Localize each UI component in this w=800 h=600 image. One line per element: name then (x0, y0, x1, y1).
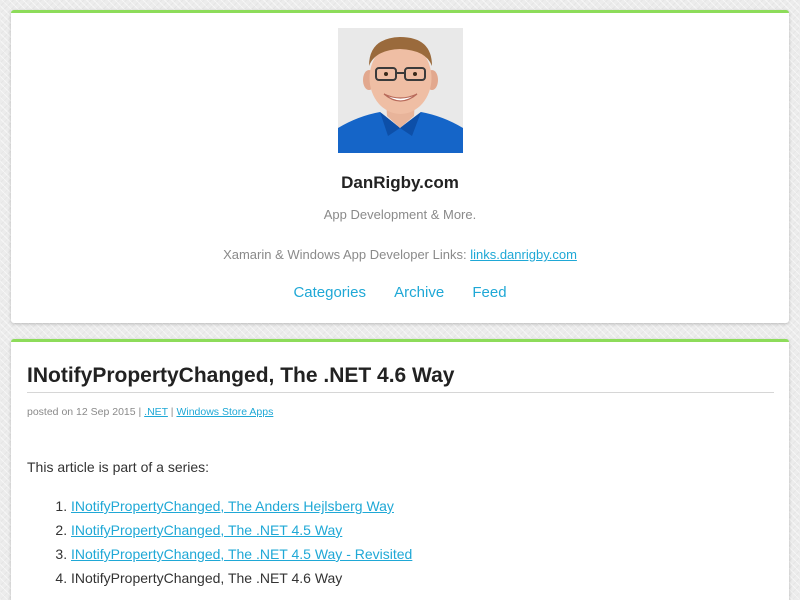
site-tagline: App Development & More. (323, 207, 477, 222)
category-link-dotnet[interactable]: .NET (144, 406, 168, 418)
series-link-1[interactable]: INotifyPropertyChanged, The Anders Hejls… (71, 498, 394, 514)
post-card: INotifyPropertyChanged, The .NET 4.6 Way… (11, 339, 789, 600)
post-title: INotifyPropertyChanged, The .NET 4.6 Way (27, 364, 455, 387)
post-meta: posted on 12 Sep 2015 | .NET | Windows S… (27, 406, 273, 418)
header-card: DanRigby.com App Development & More. Xam… (11, 10, 789, 323)
site-title: DanRigby.com (341, 173, 459, 192)
series-list: INotifyPropertyChanged, The Anders Hejls… (27, 494, 412, 590)
main-nav: Categories Archive Feed (11, 284, 789, 301)
series-intro: This article is part of a series: (27, 459, 210, 475)
nav-feed[interactable]: Feed (472, 284, 506, 301)
nav-archive[interactable]: Archive (394, 284, 444, 301)
title-divider (27, 392, 774, 393)
category-link-windows-store-apps[interactable]: Windows Store Apps (176, 406, 273, 418)
nav-categories[interactable]: Categories (293, 284, 366, 301)
series-item: INotifyPropertyChanged, The .NET 4.6 Way (71, 566, 412, 590)
series-current-item: INotifyPropertyChanged, The .NET 4.6 Way (71, 570, 343, 586)
series-item: INotifyPropertyChanged, The Anders Hejls… (71, 494, 412, 518)
series-link-3[interactable]: INotifyPropertyChanged, The .NET 4.5 Way… (71, 546, 412, 562)
series-item: INotifyPropertyChanged, The .NET 4.5 Way (71, 518, 412, 542)
series-item: INotifyPropertyChanged, The .NET 4.5 Way… (71, 542, 412, 566)
developer-links-link[interactable]: links.danrigby.com (470, 247, 577, 262)
developer-links-label: Xamarin & Windows App Developer Links: (223, 247, 471, 262)
series-link-2[interactable]: INotifyPropertyChanged, The .NET 4.5 Way (71, 522, 342, 538)
developer-links-line: Xamarin & Windows App Developer Links: l… (11, 247, 789, 262)
post-date: posted on 12 Sep 2015 | (27, 406, 145, 418)
avatar (338, 28, 463, 153)
